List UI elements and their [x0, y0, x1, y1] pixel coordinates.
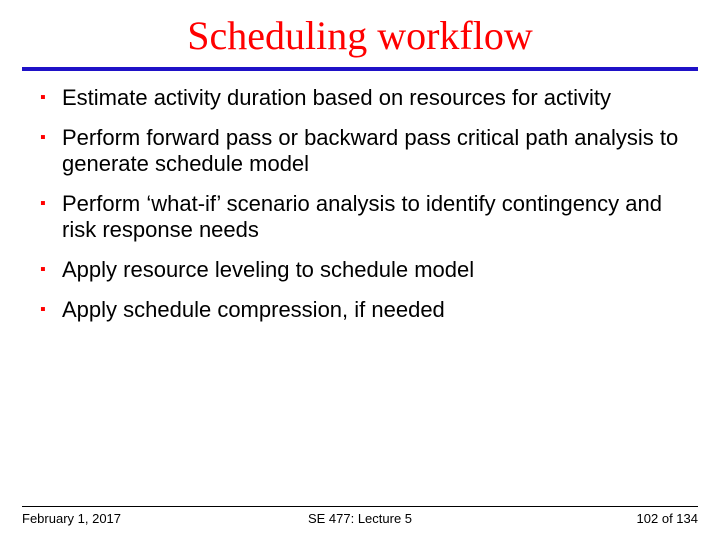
footer: February 1, 2017 SE 477: Lecture 5 102 o… [0, 506, 720, 526]
bullet-text: Apply resource leveling to schedule mode… [62, 257, 474, 283]
slide-title: Scheduling workflow [0, 0, 720, 63]
list-item: ▪ Apply schedule compression, if needed [40, 297, 680, 323]
bullet-icon: ▪ [40, 191, 62, 217]
footer-page: 102 of 134 [473, 511, 698, 526]
bullet-text: Apply schedule compression, if needed [62, 297, 445, 323]
footer-date: February 1, 2017 [22, 511, 247, 526]
list-item: ▪ Perform forward pass or backward pass … [40, 125, 680, 177]
bullet-text: Perform forward pass or backward pass cr… [62, 125, 680, 177]
slide: Scheduling workflow ▪ Estimate activity … [0, 0, 720, 540]
footer-course: SE 477: Lecture 5 [247, 511, 472, 526]
bullet-text: Perform ‘what-if’ scenario analysis to i… [62, 191, 680, 243]
list-item: ▪ Apply resource leveling to schedule mo… [40, 257, 680, 283]
bullet-icon: ▪ [40, 125, 62, 151]
list-item: ▪ Perform ‘what-if’ scenario analysis to… [40, 191, 680, 243]
bullet-icon: ▪ [40, 257, 62, 283]
footer-row: February 1, 2017 SE 477: Lecture 5 102 o… [22, 511, 698, 526]
bullet-icon: ▪ [40, 297, 62, 323]
bullet-text: Estimate activity duration based on reso… [62, 85, 611, 111]
bullet-icon: ▪ [40, 85, 62, 111]
footer-divider [22, 506, 698, 507]
list-item: ▪ Estimate activity duration based on re… [40, 85, 680, 111]
bullet-list: ▪ Estimate activity duration based on re… [0, 71, 720, 323]
